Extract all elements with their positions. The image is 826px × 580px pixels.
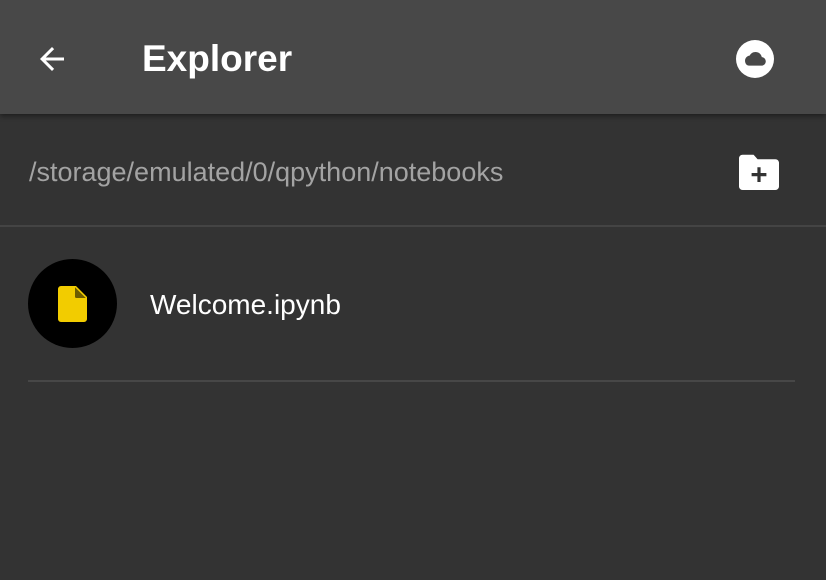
file-avatar (28, 259, 117, 348)
new-folder-button[interactable] (732, 148, 786, 196)
page-title: Explorer (142, 38, 293, 79)
app-toolbar: Explorer (0, 0, 826, 114)
cloud-button[interactable] (730, 34, 780, 84)
back-button[interactable] (24, 33, 80, 85)
file-list-item[interactable]: Welcome.ipynb (0, 227, 826, 381)
create-new-folder-icon (739, 154, 779, 190)
cloud-icon (736, 40, 774, 78)
file-icon (57, 285, 87, 322)
arrow-back-icon (40, 47, 64, 71)
file-name: Welcome.ipynb (150, 289, 341, 320)
explorer-screen: Explorer /storage/emulated/0/qpython/not… (0, 0, 826, 580)
list-divider (28, 380, 795, 382)
current-path: /storage/emulated/0/qpython/notebooks (29, 157, 504, 187)
